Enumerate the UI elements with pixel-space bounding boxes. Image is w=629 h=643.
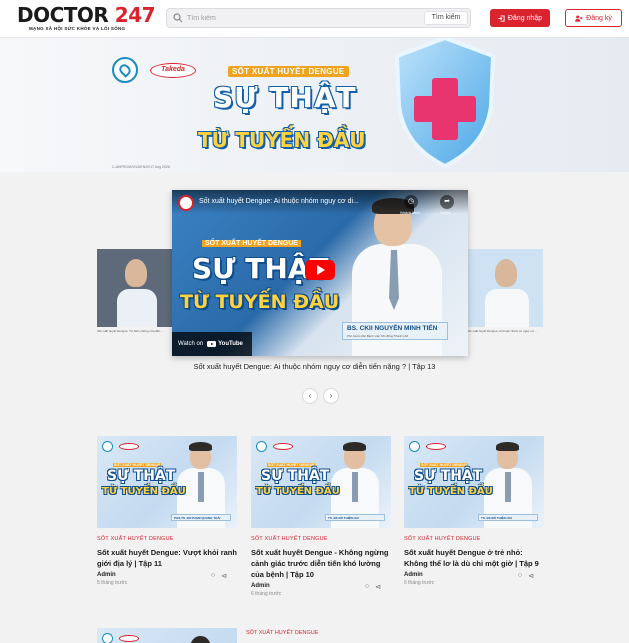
carousel-thumb-right[interactable] <box>467 249 543 327</box>
health-logo-icon <box>112 57 138 83</box>
hero-title-line1: SỰ THẬT <box>213 81 357 114</box>
thumb-doctor-tag: PGS.TS. BS PHẠM QUANG THÁI <box>171 514 231 521</box>
user-plus-icon <box>575 14 583 22</box>
logo-word-doctor: DOCTOR <box>17 3 109 27</box>
article-title[interactable]: Sốt xuất huyết Dengue - Không ngừng cảnh… <box>251 547 391 580</box>
thumb-title-line2: TỪ TUYẾN ĐẦU <box>102 486 186 497</box>
article-thumbnail[interactable]: SỐT XUẤT HUYẾT DENGUE SỰ THẬT TỪ TUYẾN Đ… <box>251 436 391 528</box>
login-icon <box>498 14 505 22</box>
thumb-kicker: SỐT XUẤT HUYẾT DENGUE <box>420 463 469 467</box>
article-category[interactable]: SỐT XUẤT HUYẾT DENGUE <box>97 536 237 542</box>
youtube-label: YouTube <box>218 341 243 347</box>
clock-icon[interactable]: ◷ <box>404 195 418 209</box>
article-thumbnail[interactable]: SỐT XUẤT HUYẾT DENGUE SỰ THẬT TỪ TUYẾN Đ… <box>404 436 544 528</box>
doctor-name: BS. CKII NGUYỄN MINH TIẾN <box>347 325 438 332</box>
next-article-row: SỐT XUẤT HUYẾT DENGUE <box>0 622 629 643</box>
article-card[interactable]: SỐT XUẤT HUYẾT DENGUE SỰ THẬT TỪ TUYẾN Đ… <box>404 436 544 590</box>
site-logo[interactable]: DOCTOR 247 MẠNG XÃ HỘI SỨC KHỎE VÀ LỐI S… <box>17 3 156 33</box>
article-meta: Admin 5 tháng trước ○ ⊲ <box>97 572 237 590</box>
hero-fine-print: C-ANPROM/VN/DEN/0017 Aug 2026 <box>112 165 170 169</box>
search-input[interactable] <box>187 11 387 25</box>
carousel-thumb-left-caption: Sốt xuất huyết Dengue: Từ biến chứng của… <box>97 329 164 333</box>
shield-icon <box>394 38 496 169</box>
share-icon[interactable]: ➦ <box>440 195 454 209</box>
article-time: 6 tháng trước <box>404 580 435 586</box>
video-title-line2: TỪ TUYẾN ĐẦU <box>180 291 340 313</box>
article-title[interactable]: Sốt xuất huyết Dengue ở trẻ nhỏ: Không t… <box>404 547 544 569</box>
article-category[interactable]: SỐT XUẤT HUYẾT DENGUE <box>404 536 544 542</box>
carousel-thumb-left[interactable] <box>97 249 173 327</box>
article-time: 5 tháng trước <box>97 580 128 586</box>
hero-banner[interactable]: Takeda SỐT XUẤT HUYẾT DENGUE SỰ THẬT TỪ … <box>0 38 629 172</box>
thumb-doctor-tag: TS. BS ĐỖ THIỆN HẢI <box>325 514 385 521</box>
thumb-kicker: SỐT XUẤT HUYẾT DENGUE <box>113 463 162 467</box>
hero-kicker: SỐT XUẤT HUYẾT DENGUE <box>228 66 349 77</box>
share-icon[interactable]: ⊲ <box>221 572 227 580</box>
thumb-title-line1: SỰ THẬT <box>261 468 330 484</box>
article-thumbnail[interactable] <box>97 628 237 643</box>
thumb-doctor-tag: TS. BS ĐỖ THIỆN HẢI <box>478 514 538 521</box>
watch-on-youtube-button[interactable]: Watch on YouTube <box>172 332 252 356</box>
carousel-prev-button[interactable]: ‹ <box>302 388 318 404</box>
article-card[interactable]: SỐT XUẤT HUYẾT DENGUE SỰ THẬT TỪ TUYẾN Đ… <box>251 436 391 601</box>
carousel-thumb-right-caption: Sốt xuất huyết Dengue: Ai thuộc nhóm có … <box>467 329 538 333</box>
login-label: Đăng nhập <box>507 14 543 22</box>
youtube-video-player[interactable]: Sốt xuất huyết Dengue: Ai thuộc nhóm ngu… <box>172 190 468 356</box>
article-meta: Admin 6 tháng trước ○ ⊲ <box>404 572 544 590</box>
share-icon[interactable]: ⊲ <box>528 572 534 580</box>
thumb-title-line2: TỪ TUYẾN ĐẦU <box>256 486 340 497</box>
article-category[interactable]: SỐT XUẤT HUYẾT DENGUE <box>251 536 391 542</box>
hero-title-line2: TỪ TUYẾN ĐẦU <box>198 128 366 152</box>
carousel-next-button[interactable]: › <box>323 388 339 404</box>
article-thumbnail[interactable]: SỐT XUẤT HUYẾT DENGUE SỰ THẬT TỪ TUYẾN Đ… <box>97 436 237 528</box>
article-title[interactable]: Sốt xuất huyết Dengue: Vượt khỏi ranh gi… <box>97 547 237 569</box>
article-time: 6 tháng trước <box>251 591 282 597</box>
article-meta: Admin 6 tháng trước ○ ⊲ <box>251 583 391 601</box>
thumb-kicker: SỐT XUẤT HUYẾT DENGUE <box>267 463 316 467</box>
logo-word-247: 247 <box>114 3 156 27</box>
doctor-role: Phó Giám đốc Bệnh viện Nhi đồng Thành ph… <box>347 334 409 338</box>
play-icon[interactable] <box>305 260 335 280</box>
channel-avatar[interactable] <box>178 195 194 211</box>
site-header: DOCTOR 247 MẠNG XÃ HỘI SỨC KHỎE VÀ LỐI S… <box>0 0 629 38</box>
watch-later-label: Watch later <box>400 210 421 215</box>
thumb-title-line1: SỰ THẬT <box>107 468 176 484</box>
share-label: Share <box>440 210 451 215</box>
comment-icon[interactable]: ○ <box>365 583 369 591</box>
search-icon <box>173 13 183 23</box>
takeda-logo: Takeda <box>150 63 196 78</box>
search-button[interactable]: Tìm kiếm <box>424 11 468 25</box>
youtube-icon <box>207 341 217 347</box>
comment-icon[interactable]: ○ <box>211 572 215 580</box>
search-bar: Tìm kiếm <box>166 8 471 28</box>
signup-label: Đăng ký <box>586 14 612 22</box>
signup-button[interactable]: Đăng ký <box>565 9 622 27</box>
share-icon[interactable]: ⊲ <box>375 583 381 591</box>
thumb-title-line1: SỰ THẬT <box>414 468 483 484</box>
watch-on-label: Watch on <box>178 341 204 347</box>
comment-icon[interactable]: ○ <box>518 572 522 580</box>
thumb-title-line2: TỪ TUYẾN ĐẦU <box>409 486 493 497</box>
article-category[interactable]: SỐT XUẤT HUYẾT DENGUE <box>246 630 318 636</box>
doctor-nametag: BS. CKII NGUYỄN MINH TIẾN Phó Giám đốc B… <box>342 322 448 340</box>
video-title[interactable]: Sốt xuất huyết Dengue: Ai thuộc nhóm ngu… <box>199 198 359 205</box>
login-button[interactable]: Đăng nhập <box>490 9 550 27</box>
video-caption[interactable]: Sốt xuất huyết Dengue: Ai thuộc nhóm ngu… <box>0 362 629 371</box>
video-kicker: SỐT XUẤT HUYẾT DENGUE <box>202 240 301 247</box>
article-card[interactable]: SỐT XUẤT HUYẾT DENGUE SỰ THẬT TỪ TUYẾN Đ… <box>97 436 237 590</box>
